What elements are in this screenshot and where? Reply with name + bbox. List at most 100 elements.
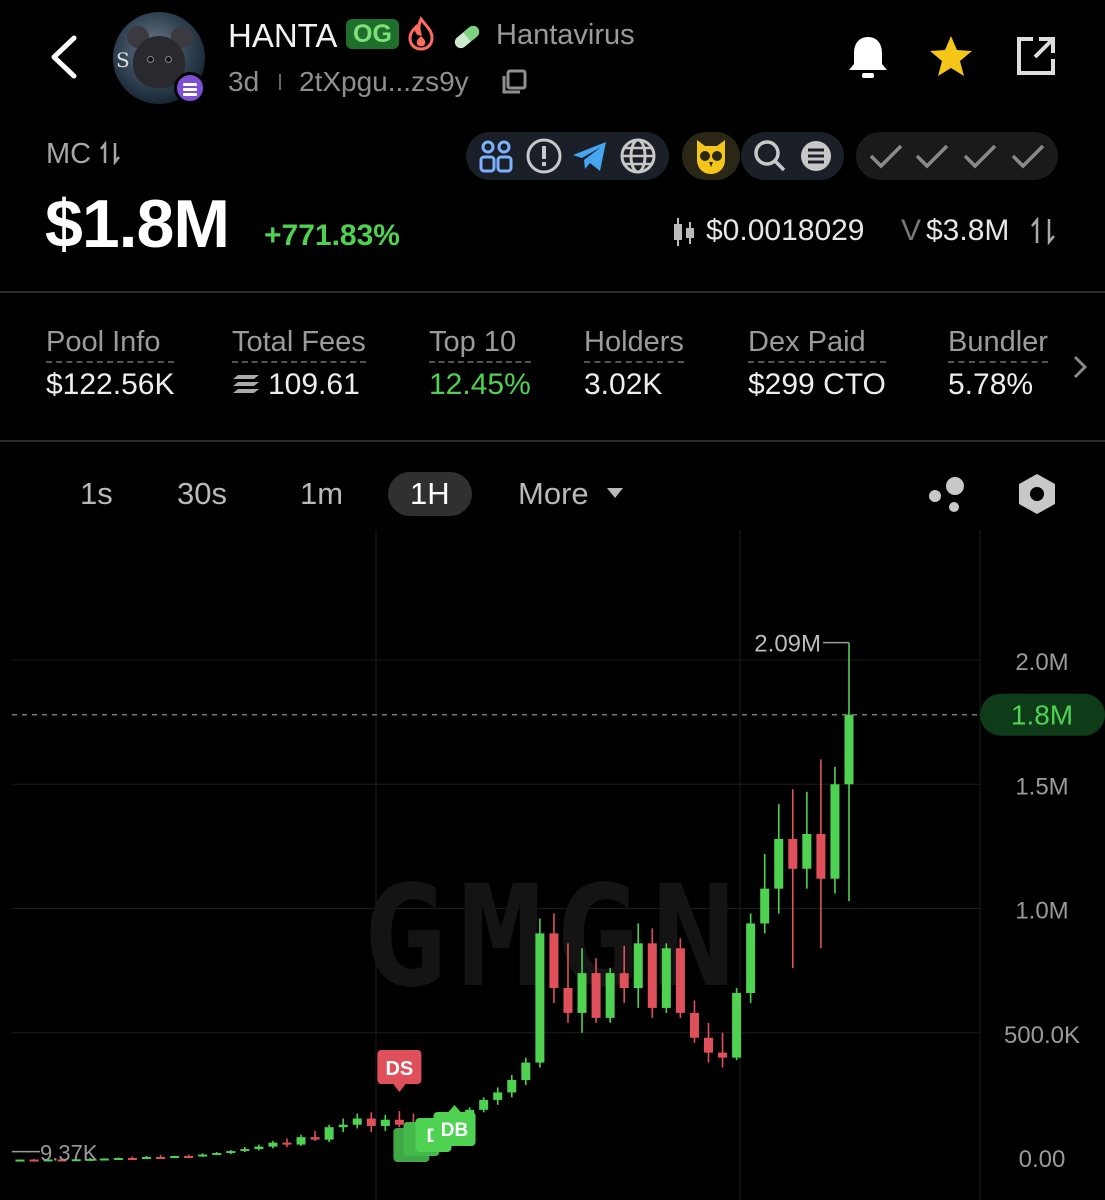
candle-body bbox=[605, 973, 615, 1018]
candle-body bbox=[240, 1149, 250, 1152]
y-tick-label: 500.0K bbox=[1004, 1022, 1080, 1049]
info-alert-icon[interactable] bbox=[524, 136, 564, 176]
candle-body bbox=[830, 784, 840, 879]
contract-address[interactable]: 2tXpgu...zs9y bbox=[299, 66, 469, 98]
mc-label-row[interactable]: MC bbox=[46, 138, 121, 171]
owl-audit-group bbox=[682, 132, 740, 180]
share-external-icon[interactable] bbox=[1013, 33, 1059, 79]
avatar-eye bbox=[165, 56, 172, 63]
stat-label: Bundler bbox=[948, 326, 1048, 363]
price-chart[interactable]: 2.0M1.5M1.0M500.0K0.00GMGN1.8M2.09M9.37K… bbox=[0, 530, 1105, 1200]
candle-body bbox=[338, 1124, 348, 1128]
candle-body bbox=[591, 973, 601, 1018]
stat-pool-info[interactable]: Pool Info $122.56K bbox=[46, 326, 175, 402]
indicators-icon[interactable] bbox=[925, 474, 969, 514]
stat-top-10[interactable]: Top 10 12.45% bbox=[429, 326, 531, 402]
social-links-group bbox=[466, 132, 669, 180]
token-price: $0.0018029 bbox=[706, 214, 865, 247]
chevron-right-icon[interactable] bbox=[1068, 352, 1092, 382]
check-icon bbox=[869, 144, 903, 169]
market-cap-change: +771.83% bbox=[264, 219, 400, 252]
stat-bundler[interactable]: Bundler 5.78% bbox=[948, 326, 1048, 402]
stat-label: Total Fees bbox=[232, 326, 366, 363]
candle-body bbox=[746, 923, 756, 994]
y-tick-label: 0.00 bbox=[1019, 1146, 1066, 1173]
owl-icon[interactable] bbox=[689, 134, 733, 178]
divider bbox=[0, 291, 1105, 293]
solana-chain-icon bbox=[174, 72, 206, 104]
bell-icon[interactable] bbox=[845, 33, 891, 81]
candle-body bbox=[29, 1159, 39, 1162]
stat-label: Holders bbox=[584, 326, 684, 363]
candle-body bbox=[521, 1062, 531, 1080]
back-button[interactable] bbox=[40, 30, 90, 84]
timeframe-1s[interactable]: 1s bbox=[80, 472, 113, 516]
timeframe-30s[interactable]: 30s bbox=[177, 472, 227, 516]
security-checks-group[interactable] bbox=[856, 132, 1058, 180]
candle-body bbox=[156, 1157, 166, 1160]
candle-body bbox=[127, 1158, 137, 1161]
stat-label: Dex Paid bbox=[748, 326, 886, 363]
volume-label: V bbox=[901, 214, 922, 247]
stat-value: 109.61 bbox=[268, 368, 360, 401]
search-icon[interactable] bbox=[751, 137, 789, 175]
swap-sort-icon[interactable] bbox=[1030, 217, 1056, 245]
token-full-name: Hantavirus bbox=[496, 19, 635, 51]
volume-value: $3.8M bbox=[926, 214, 1010, 247]
candle-body bbox=[15, 1159, 25, 1162]
pill-icon bbox=[454, 25, 480, 49]
stat-dex-paid[interactable]: Dex Paid $299 CTO bbox=[748, 326, 886, 402]
candle-body bbox=[816, 833, 826, 879]
price-candle-icon bbox=[674, 218, 694, 246]
caret-down-icon bbox=[607, 488, 624, 498]
candle-body bbox=[310, 1137, 320, 1140]
more-label: More bbox=[518, 476, 589, 511]
telegram-icon[interactable] bbox=[570, 136, 610, 176]
stat-total-fees[interactable]: Total Fees 109.61 bbox=[232, 326, 366, 402]
stat-holders[interactable]: Holders 3.02K bbox=[584, 326, 684, 402]
fire-icon bbox=[408, 16, 434, 51]
timeframe-1h[interactable]: 1H bbox=[388, 472, 472, 516]
stat-label: Pool Info bbox=[46, 326, 175, 363]
candle-body bbox=[774, 838, 784, 889]
token-symbol: HANTA bbox=[228, 17, 338, 54]
copy-icon[interactable] bbox=[500, 68, 528, 96]
solana-icon bbox=[233, 375, 259, 393]
avatar-letter: S bbox=[116, 48, 130, 72]
divider bbox=[279, 74, 281, 90]
candle-body bbox=[282, 1142, 292, 1145]
buy-marker-label: DB bbox=[441, 1120, 468, 1141]
candle-body bbox=[577, 973, 587, 1013]
candle-body bbox=[535, 933, 545, 1063]
timeframe-more[interactable]: More bbox=[518, 472, 625, 516]
stat-value: 12.45% bbox=[429, 368, 531, 401]
market-cap-value: $1.8M bbox=[45, 186, 230, 262]
sell-marker-pointer bbox=[392, 1083, 407, 1092]
y-tick-label: 2.0M bbox=[1015, 649, 1068, 676]
solscan-icon[interactable] bbox=[797, 137, 835, 175]
low-label: 9.37K bbox=[40, 1141, 98, 1166]
candle-body bbox=[703, 1037, 713, 1053]
y-tick-label: 1.0M bbox=[1015, 898, 1068, 925]
candle-body bbox=[689, 1012, 699, 1038]
candle-body bbox=[732, 993, 742, 1058]
candle-body bbox=[802, 833, 812, 869]
og-badge: OG bbox=[346, 19, 399, 49]
chevron-left-icon bbox=[51, 35, 77, 79]
check-icon bbox=[915, 144, 949, 169]
candle-body bbox=[507, 1079, 517, 1093]
avatar-eye bbox=[147, 56, 154, 63]
candle-body bbox=[366, 1118, 376, 1126]
high-label: 2.09M bbox=[754, 631, 821, 658]
globe-icon[interactable] bbox=[618, 136, 658, 176]
check-icon bbox=[963, 144, 997, 169]
hexagon-settings-icon[interactable] bbox=[1016, 472, 1058, 516]
candle-body bbox=[226, 1151, 236, 1154]
community-icon[interactable] bbox=[476, 136, 516, 176]
candle-body bbox=[254, 1146, 264, 1150]
timeframe-1m[interactable]: 1m bbox=[300, 472, 343, 516]
candle-body bbox=[675, 948, 685, 1013]
candle-body bbox=[352, 1118, 362, 1125]
star-icon[interactable] bbox=[927, 33, 975, 81]
candle-body bbox=[493, 1092, 503, 1100]
